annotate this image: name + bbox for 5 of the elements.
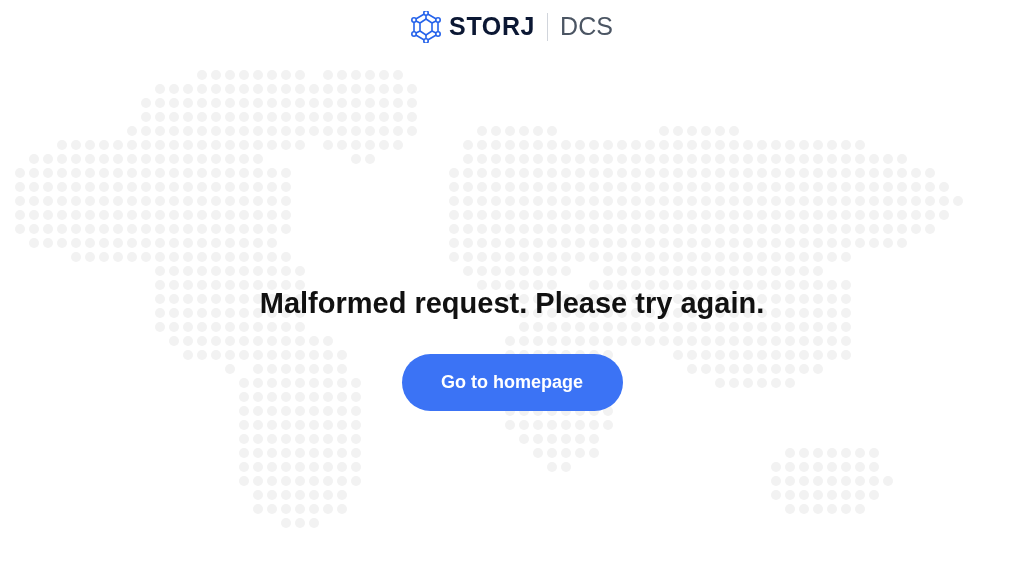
cube-network-icon [411, 11, 442, 43]
homepage-button[interactable]: Go to homepage [401, 353, 623, 411]
product-name: DCS [560, 11, 613, 43]
brand-name: STORJ [449, 11, 536, 43]
error-message: Malformed request. Please try again. [259, 286, 765, 321]
